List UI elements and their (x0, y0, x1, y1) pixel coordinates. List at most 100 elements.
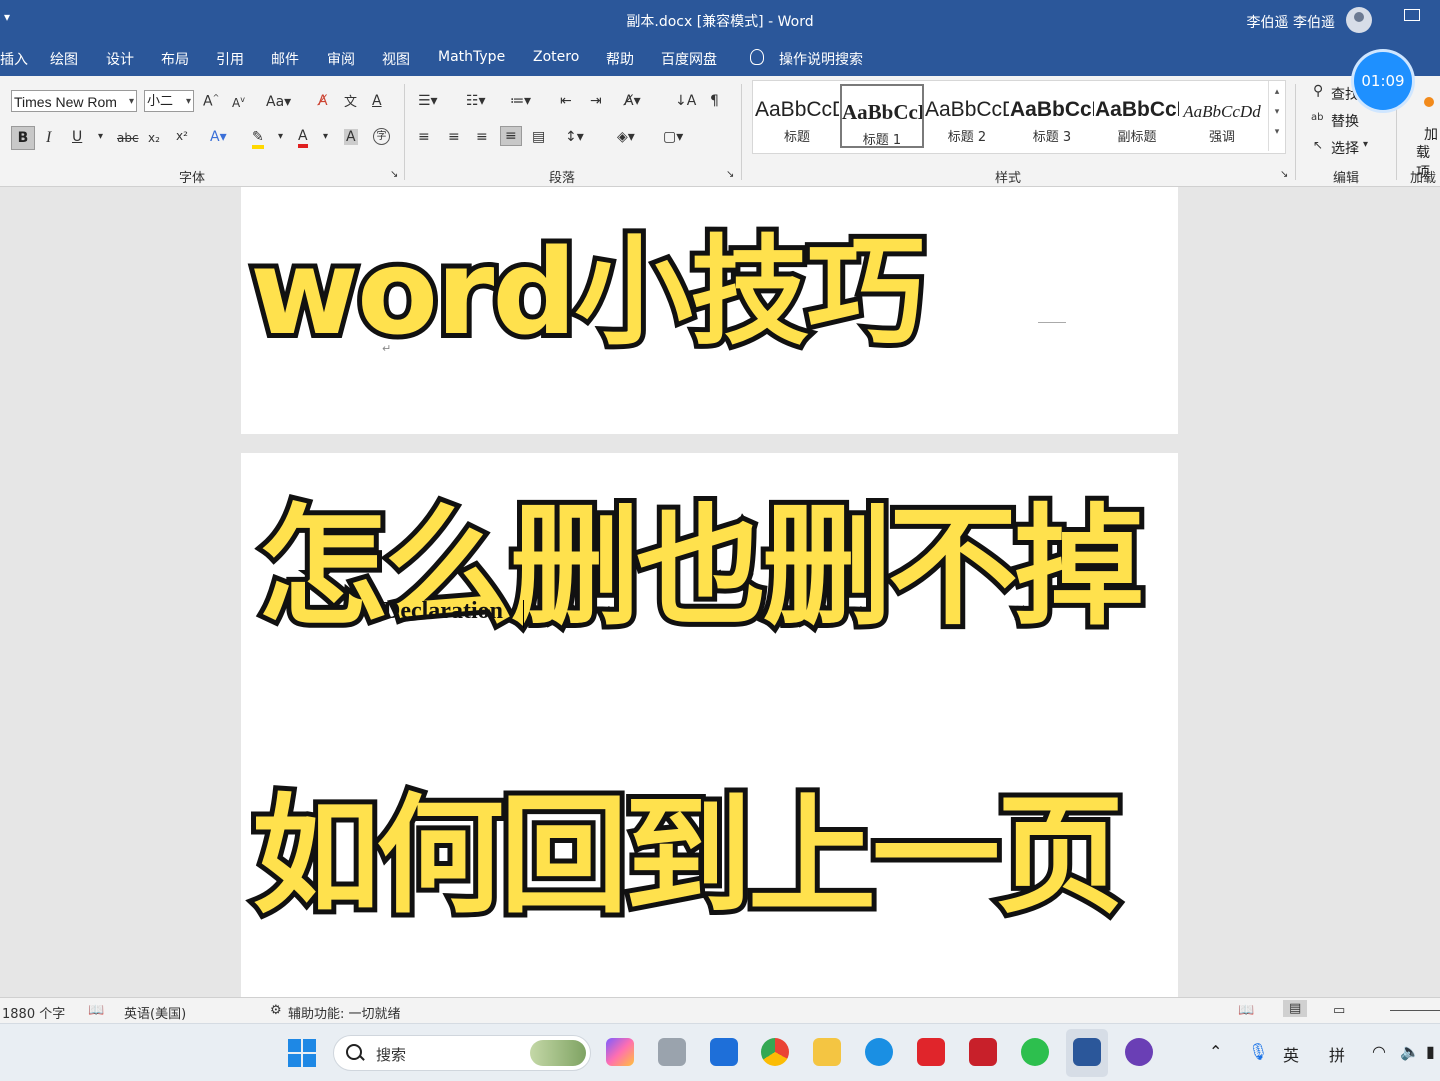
volume-icon[interactable]: 🔈 (1400, 1042, 1420, 1061)
styles-scrollbar[interactable]: ▴ ▾ ▾ (1268, 81, 1285, 151)
media-player-icon[interactable] (1125, 1038, 1153, 1066)
align-center-icon[interactable]: ≡ (448, 129, 460, 145)
user-name[interactable]: 李伯遥 李伯遥 (1247, 12, 1335, 32)
file-explorer-icon[interactable] (813, 1038, 841, 1066)
increase-indent-icon[interactable]: ⇥ (590, 93, 602, 109)
grow-font-icon[interactable]: A^ (203, 93, 219, 110)
chinese-layout-icon[interactable]: A̸▾ (624, 93, 641, 109)
chrome-icon[interactable] (761, 1038, 789, 1066)
notes-app-icon[interactable] (710, 1038, 738, 1066)
borders-icon[interactable]: ▢▾ (663, 129, 683, 145)
strikethrough-button[interactable]: abc (117, 131, 139, 145)
justify-icon[interactable]: ≡ (500, 126, 522, 146)
paragraph-dialog-launcher-icon[interactable]: ↘ (726, 169, 734, 180)
tab-draw[interactable]: 绘图 (50, 49, 78, 69)
styles-dialog-launcher-icon[interactable]: ↘ (1280, 169, 1288, 180)
style-preview: AaBbCcDd (925, 98, 1009, 121)
font-size-select[interactable]: 小二 (144, 90, 194, 113)
proofing-icon[interactable]: 📖 (88, 1003, 104, 1018)
font-name-select[interactable]: Times New Rom (11, 90, 137, 112)
bullets-icon[interactable]: ☰▾ (418, 93, 438, 109)
subscript-button[interactable]: x₂ (148, 131, 160, 145)
numbering-icon[interactable]: ☷▾ (466, 93, 486, 109)
addins-label-1[interactable]: 加 (1424, 124, 1438, 144)
change-case-icon[interactable]: Aa▾ (266, 94, 291, 110)
chevron-up-icon[interactable]: ⌃ (1209, 1042, 1222, 1061)
print-layout-icon[interactable]: ▤ (1283, 1000, 1308, 1017)
replace-button[interactable]: 替换 (1331, 111, 1359, 131)
tab-review[interactable]: 审阅 (327, 49, 355, 69)
select-dropdown-icon[interactable]: ▾ (1363, 139, 1368, 150)
tab-references[interactable]: 引用 (216, 49, 244, 69)
font-color-dropdown-icon[interactable]: ▾ (323, 131, 328, 142)
ime-language[interactable]: 英 (1283, 1042, 1299, 1066)
italic-button[interactable]: I (46, 129, 51, 147)
zoom-slider[interactable] (1390, 1010, 1440, 1011)
phonetic-guide-icon[interactable]: 文 (344, 91, 357, 110)
task-view-icon[interactable] (658, 1038, 686, 1066)
taskbar-search[interactable]: 搜索 (333, 1035, 591, 1071)
tab-insert[interactable]: 插入 (0, 49, 28, 69)
wechat-icon[interactable] (1021, 1038, 1049, 1066)
bold-button[interactable]: B (11, 126, 35, 150)
highlight-dropdown-icon[interactable]: ▾ (278, 131, 283, 142)
wifi-icon[interactable]: ◠ (1372, 1042, 1386, 1061)
style-heading-2[interactable]: AaBbCcDd 标题 2 (925, 84, 1009, 148)
style-title[interactable]: AaBbCcDd 标题 (755, 84, 839, 148)
avatar[interactable] (1346, 7, 1372, 33)
underline-dropdown-icon[interactable]: ▾ (98, 131, 103, 142)
tab-layout[interactable]: 布局 (161, 49, 189, 69)
word-icon[interactable] (1073, 1038, 1101, 1066)
windows-start-icon[interactable] (288, 1039, 316, 1067)
wps-icon[interactable] (917, 1038, 945, 1066)
character-shading-icon[interactable]: A (344, 129, 358, 145)
tab-view[interactable]: 视图 (382, 49, 410, 69)
language-indicator[interactable]: 英语(美国) (124, 1003, 186, 1022)
accessibility-status[interactable]: 辅助功能: 一切就绪 (288, 1003, 401, 1022)
distributed-icon[interactable]: ▤ (532, 129, 545, 145)
character-border-icon[interactable]: A (372, 93, 382, 109)
enclose-characters-icon[interactable]: 字 (373, 128, 390, 145)
multilevel-list-icon[interactable]: ≔▾ (510, 93, 531, 109)
style-emphasis[interactable]: AaBbCcDd 强调 (1180, 84, 1264, 148)
clear-formatting-icon[interactable]: A̸ (318, 93, 328, 109)
web-layout-icon[interactable]: ▭ (1333, 1003, 1345, 1018)
style-subtitle[interactable]: AaBbCcDd 副标题 (1095, 84, 1179, 148)
style-preview: AaBbCcDd (1095, 98, 1179, 121)
style-heading-3[interactable]: AaBbCcDd 标题 3 (1010, 84, 1094, 148)
select-button[interactable]: 选择 (1331, 138, 1359, 158)
align-left-icon[interactable]: ≡ (418, 129, 430, 145)
text-effects-icon[interactable]: A▾ (210, 129, 227, 145)
read-mode-icon[interactable]: 📖 (1238, 1003, 1254, 1018)
tab-help[interactable]: 帮助 (606, 49, 634, 69)
tab-mathtype[interactable]: MathType (438, 49, 505, 65)
align-right-icon[interactable]: ≡ (476, 129, 488, 145)
divider (1295, 84, 1296, 180)
zotero-icon[interactable] (969, 1038, 997, 1066)
microphone-icon[interactable]: 🎙 (1248, 1042, 1268, 1061)
line-spacing-icon[interactable]: ↕▾ (565, 129, 584, 145)
tab-design[interactable]: 设计 (106, 49, 134, 69)
shrink-font-icon[interactable]: Av (232, 95, 245, 110)
shading-icon[interactable]: ◈▾ (617, 129, 635, 145)
highlight-icon[interactable]: ✎ (252, 129, 264, 149)
ime-mode[interactable]: 拼 (1329, 1042, 1345, 1066)
battery-icon[interactable]: ▮ (1426, 1042, 1435, 1061)
decrease-indent-icon[interactable]: ⇤ (560, 93, 572, 109)
document-body-text[interactable]: Declaration (383, 598, 503, 625)
style-heading-1[interactable]: AaBbCcDd 标题 1 (840, 84, 924, 148)
edge-icon[interactable] (865, 1038, 893, 1066)
copilot-icon[interactable] (606, 1038, 634, 1066)
font-dialog-launcher-icon[interactable]: ↘ (390, 169, 398, 180)
show-formatting-marks-icon[interactable]: ¶ (710, 93, 719, 109)
ribbon-display-options-icon[interactable] (1404, 9, 1420, 21)
word-count[interactable]: 1880 个字 (2, 1003, 65, 1022)
font-color-icon[interactable]: A (298, 128, 308, 148)
tab-baidu-netdisk[interactable]: 百度网盘 (661, 49, 717, 69)
superscript-button[interactable]: x² (176, 129, 188, 143)
sort-icon[interactable]: ↓A (675, 93, 696, 109)
underline-button[interactable]: U (72, 129, 82, 145)
tab-zotero[interactable]: Zotero (533, 49, 579, 65)
tell-me-search[interactable]: 操作说明搜索 (779, 49, 863, 69)
tab-mailings[interactable]: 邮件 (271, 49, 299, 69)
